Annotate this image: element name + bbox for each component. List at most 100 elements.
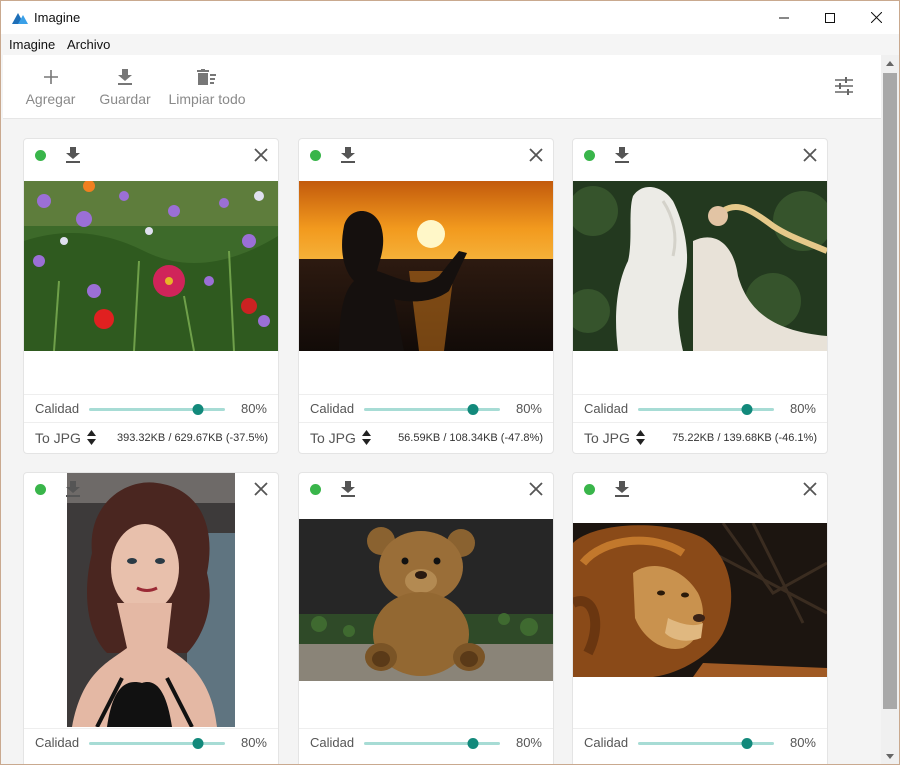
quality-label: Calidad xyxy=(310,735,355,750)
size-info: 56.59KB / 108.34KB (-47.8%) xyxy=(398,432,543,444)
quality-label: Calidad xyxy=(35,735,80,750)
status-indicator xyxy=(310,150,321,161)
menu-archivo[interactable]: Archivo xyxy=(67,37,110,52)
close-icon xyxy=(870,12,882,23)
close-icon[interactable] xyxy=(254,482,268,496)
download-icon[interactable] xyxy=(341,147,355,163)
format-select[interactable]: To JPG xyxy=(584,430,630,446)
size-info: 393.32KB / 629.67KB (-37.5%) xyxy=(116,432,268,444)
scroll-up-arrow-icon[interactable] xyxy=(885,59,895,69)
image-thumbnail-portrait xyxy=(67,473,235,727)
clear-all-button[interactable]: Limpiar todo xyxy=(167,55,247,119)
quality-slider[interactable] xyxy=(89,738,225,749)
quality-value: 80% xyxy=(515,735,542,750)
quality-slider-handle[interactable] xyxy=(467,738,479,749)
card-header xyxy=(24,139,278,173)
quality-value: 80% xyxy=(240,735,267,750)
toolbar: Agregar Guardar Limpiar todo xyxy=(3,55,881,119)
card-header xyxy=(299,139,553,173)
size-info: 75.22KB / 139.68KB (-46.1%) xyxy=(672,432,817,444)
quality-slider-handle[interactable] xyxy=(467,404,479,415)
close-window-button[interactable] xyxy=(853,1,899,34)
image-thumbnail-horse xyxy=(573,181,827,351)
vertical-scrollbar[interactable] xyxy=(881,55,899,764)
quality-row: Calidad 80% xyxy=(573,394,827,422)
quality-slider[interactable] xyxy=(364,404,500,415)
quality-slider-handle[interactable] xyxy=(741,404,753,415)
quality-value: 80% xyxy=(515,401,542,416)
quality-row: Calidad 80% xyxy=(299,728,553,756)
delete-sweep-icon xyxy=(197,69,216,85)
status-indicator xyxy=(35,484,46,495)
window-title: Imagine xyxy=(34,10,81,25)
download-icon[interactable] xyxy=(615,481,629,497)
status-indicator xyxy=(35,150,46,161)
card-header xyxy=(573,139,827,173)
quality-slider-handle[interactable] xyxy=(192,404,204,415)
minimize-button[interactable] xyxy=(761,1,807,34)
image-thumbnail-teddy-bear xyxy=(299,519,553,681)
format-select[interactable]: To JPG xyxy=(310,430,356,446)
add-button-label: Agregar xyxy=(25,91,76,107)
format-row: To JPG 393.32KB / 629.67KB (-37.5%) xyxy=(24,422,278,453)
card-header xyxy=(573,473,827,507)
download-icon[interactable] xyxy=(341,481,355,497)
status-indicator xyxy=(584,150,595,161)
save-button-label: Guardar xyxy=(99,91,151,107)
format-select[interactable]: To JPG xyxy=(35,430,81,446)
plus-icon xyxy=(43,70,58,84)
download-icon xyxy=(118,69,132,85)
image-card: Calidad 80% To JPG 56.59KB / 108.34KB (-… xyxy=(298,138,554,454)
close-icon[interactable] xyxy=(803,482,817,496)
quality-slider[interactable] xyxy=(364,738,500,749)
quality-label: Calidad xyxy=(584,401,629,416)
add-button[interactable]: Agregar xyxy=(23,55,78,119)
quality-slider[interactable] xyxy=(638,738,774,749)
sort-arrows-icon[interactable] xyxy=(87,430,96,445)
close-icon[interactable] xyxy=(254,148,268,162)
quality-row: Calidad 80% xyxy=(299,394,553,422)
quality-slider[interactable] xyxy=(638,404,774,415)
quality-slider[interactable] xyxy=(89,404,225,415)
menu-imagine[interactable]: Imagine xyxy=(9,37,55,52)
scrollbar-thumb[interactable] xyxy=(883,73,897,709)
quality-value: 80% xyxy=(240,401,267,416)
app-window: Imagine Imagine Archivo Agregar Guardar … xyxy=(0,0,900,765)
format-row: To JPG 56.59KB / 108.34KB (-47.8%) xyxy=(299,422,553,453)
sliders-icon[interactable] xyxy=(833,75,855,97)
quality-slider-handle[interactable] xyxy=(192,738,204,749)
maximize-button[interactable] xyxy=(807,1,853,34)
quality-value: 80% xyxy=(789,401,816,416)
quality-slider-handle[interactable] xyxy=(741,738,753,749)
image-thumbnail-sunset xyxy=(299,181,553,351)
title-bar: Imagine xyxy=(1,1,899,34)
minimize-icon xyxy=(779,17,789,18)
quality-label: Calidad xyxy=(35,401,80,416)
download-icon[interactable] xyxy=(66,147,80,163)
app-logo-icon xyxy=(12,13,28,24)
save-button[interactable]: Guardar xyxy=(97,55,153,119)
card-header xyxy=(299,473,553,507)
format-row: To JPG 75.22KB / 139.68KB (-46.1%) xyxy=(573,422,827,453)
close-icon[interactable] xyxy=(529,148,543,162)
clear-all-button-label: Limpiar todo xyxy=(168,91,246,107)
status-indicator xyxy=(310,484,321,495)
image-card: Calidad 80% To JPG 75.22KB / 139.68KB (-… xyxy=(572,138,828,454)
image-thumbnail-lion xyxy=(573,523,827,677)
sort-arrows-icon[interactable] xyxy=(362,430,371,445)
quality-value: 80% xyxy=(789,735,816,750)
close-icon[interactable] xyxy=(803,148,817,162)
card-header xyxy=(24,473,278,507)
image-thumbnail-flowers xyxy=(24,181,278,351)
scroll-down-arrow-icon[interactable] xyxy=(885,751,895,761)
image-card: Calidad 80% xyxy=(23,472,279,764)
image-card: Calidad 80% xyxy=(298,472,554,764)
sort-arrows-icon[interactable] xyxy=(636,430,645,445)
download-icon[interactable] xyxy=(66,481,80,497)
quality-label: Calidad xyxy=(310,401,355,416)
download-icon[interactable] xyxy=(615,147,629,163)
close-icon[interactable] xyxy=(529,482,543,496)
image-card: Calidad 80% To JPG 393.32KB / 629.67KB (… xyxy=(23,138,279,454)
maximize-icon xyxy=(825,12,835,23)
quality-row: Calidad 80% xyxy=(573,728,827,756)
